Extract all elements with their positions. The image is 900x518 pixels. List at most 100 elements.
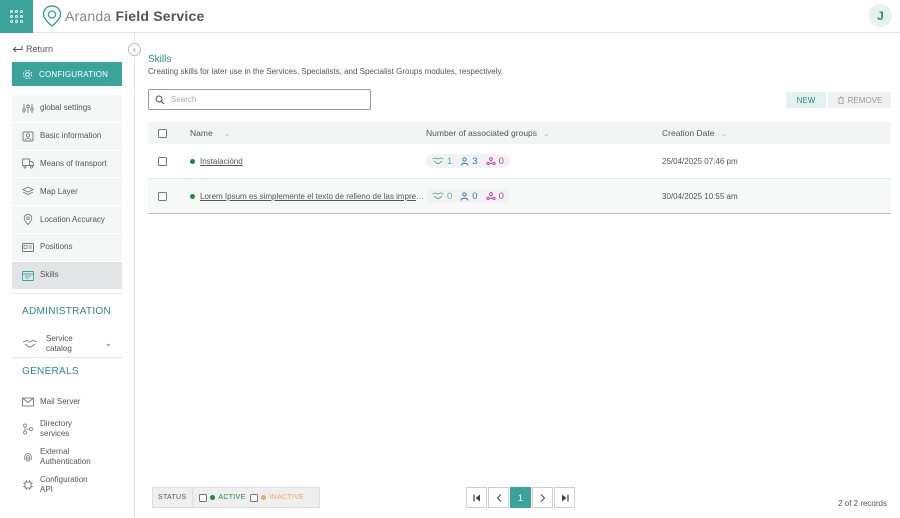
inactive-filter-checkbox[interactable]: INACTIVE — [250, 493, 304, 502]
sidebar-item-skills[interactable]: Skills — [12, 261, 122, 290]
chevron-down-icon: ⌄ — [223, 128, 231, 138]
creation-date: 25/04/2025 07:46 pm — [662, 156, 738, 166]
generals-menu: Mail Server Directory services External … — [22, 393, 127, 503]
sidebar-item-external-authentication[interactable]: External Authentication — [22, 447, 127, 467]
remove-button[interactable]: REMOVE — [828, 92, 891, 108]
groups-count: 0 — [485, 191, 504, 202]
return-link[interactable]: Return — [12, 44, 53, 54]
services-count: 1 — [432, 156, 452, 167]
table-row[interactable]: Lorem Ipsum es simplemente el texto de r… — [148, 179, 891, 214]
skill-name-link[interactable]: Lorem Ipsum es simplemente el texto de r… — [200, 192, 426, 201]
specialists-count: 0 — [460, 191, 478, 202]
first-page-button[interactable] — [466, 487, 487, 508]
row-checkbox[interactable] — [158, 191, 167, 201]
groups-count: 0 — [485, 156, 504, 167]
grid-icon — [10, 10, 23, 23]
sidebar-item-positions[interactable]: Positions — [12, 233, 122, 262]
sidebar-item-directory-services[interactable]: Directory services — [22, 419, 127, 439]
sidebar-item-means-of-transport[interactable]: Means of transport — [12, 150, 122, 179]
group-users-icon — [485, 191, 496, 200]
select-all-checkbox[interactable] — [158, 128, 167, 138]
chevron-down-icon: ⌄ — [720, 129, 728, 138]
column-header-name[interactable]: Name ⌄ — [190, 128, 426, 138]
administration-heading: ADMINISTRATION — [22, 306, 112, 317]
records-count: 2 of 2 records — [838, 499, 887, 508]
brand-name: Aranda Field Service — [65, 8, 205, 24]
page-subtitle: Creating skills for later use in the Ser… — [148, 67, 504, 76]
associated-groups-counts: 0 0 0 — [426, 189, 510, 203]
sidebar-item-map-layer[interactable]: Map Layer — [12, 178, 122, 207]
collapse-sidebar-button[interactable]: ‹ — [128, 43, 141, 56]
specialists-count: 3 — [460, 156, 478, 167]
first-page-icon — [472, 494, 480, 501]
new-button[interactable]: NEW — [786, 92, 826, 108]
last-page-icon — [561, 494, 569, 501]
status-active-dot — [190, 193, 195, 199]
column-header-date[interactable]: Creation Date ⌄ — [662, 128, 891, 138]
chevron-right-icon — [540, 493, 545, 502]
next-page-button[interactable] — [532, 487, 553, 508]
status-active-dot — [190, 158, 195, 164]
generals-heading: GENERALS — [22, 366, 79, 377]
app-launcher-button[interactable] — [0, 0, 33, 33]
column-header-groups[interactable]: Number of associated groups ⌄ — [426, 128, 662, 138]
skills-table: Name ⌄ Number of associated groups ⌄ Creat… — [148, 122, 891, 214]
gear-icon — [23, 69, 32, 79]
table-row[interactable]: Instalaciónd 1 3 0 25/04/2025 07:46 pm — [148, 144, 891, 179]
search-icon — [155, 95, 165, 104]
chevron-left-icon — [496, 493, 501, 502]
table-header: Name ⌄ Number of associated groups ⌄ Creat… — [148, 122, 891, 144]
handshake-icon — [432, 192, 444, 199]
skill-name-link[interactable]: Instalaciónd — [200, 157, 243, 166]
creation-date: 30/04/2025 10:55 am — [662, 191, 738, 201]
id-card-icon — [22, 242, 34, 252]
sliders-icon — [22, 103, 34, 113]
sidebar-item-configuration-api[interactable]: Configuration API — [22, 475, 127, 495]
group-users-icon — [485, 156, 496, 165]
handshake-icon — [22, 340, 38, 348]
sidebar-item-global-settings[interactable]: global settings — [12, 95, 122, 123]
status-active-dot — [210, 495, 216, 500]
truck-icon — [22, 159, 34, 169]
skills-calendar-icon — [22, 270, 34, 281]
previous-page-button[interactable] — [488, 487, 509, 508]
api-chip-icon — [23, 480, 33, 490]
specialist-user-icon — [460, 156, 469, 166]
pagination: 1 — [466, 487, 575, 508]
page-button-current[interactable]: 1 — [510, 487, 531, 508]
active-filter-checkbox[interactable]: ACTIVE — [199, 493, 245, 502]
return-arrow-icon — [12, 46, 23, 53]
sidebar: Return CONFIGURATION global settings Bas… — [0, 33, 135, 518]
handshake-icon — [432, 157, 444, 164]
status-filter: STATUS ACTIVE INACTIVE — [152, 487, 320, 508]
location-pin-icon — [23, 214, 33, 226]
services-count: 0 — [432, 191, 452, 202]
sidebar-item-mail-server[interactable]: Mail Server — [22, 393, 127, 411]
mail-icon — [22, 397, 34, 407]
page-title: Skills — [148, 54, 172, 65]
status-inactive-dot — [261, 495, 267, 500]
chevron-down-icon: ⌄ — [543, 128, 550, 138]
user-id-icon — [22, 131, 34, 142]
search-input[interactable] — [171, 95, 361, 104]
directory-tree-icon — [23, 423, 33, 435]
sidebar-divider — [12, 357, 122, 358]
row-checkbox[interactable] — [158, 156, 167, 166]
trash-icon — [837, 96, 844, 104]
search-box[interactable] — [148, 89, 371, 110]
sidebar-item-location-accuracy[interactable]: Location Accuracy — [12, 206, 122, 234]
user-avatar[interactable]: J — [869, 4, 892, 27]
sidebar-item-service-catalog[interactable]: Service catalog ⌄ — [22, 334, 122, 354]
sidebar-divider — [12, 293, 122, 294]
last-page-button[interactable] — [554, 487, 575, 508]
configuration-menu: global settings Basic information Means … — [12, 95, 122, 290]
map-layers-icon — [22, 186, 34, 196]
main-content: Skills Creating skills for later use in … — [135, 33, 900, 518]
chevron-down-icon: ⌄ — [104, 338, 112, 348]
top-header: Aranda Field Service J — [0, 0, 900, 33]
fingerprint-icon — [24, 453, 32, 462]
sidebar-item-basic-information[interactable]: Basic information — [12, 122, 122, 151]
configuration-button[interactable]: CONFIGURATION — [12, 62, 122, 86]
specialist-user-icon — [460, 191, 469, 201]
associated-groups-counts: 1 3 0 — [426, 154, 510, 168]
